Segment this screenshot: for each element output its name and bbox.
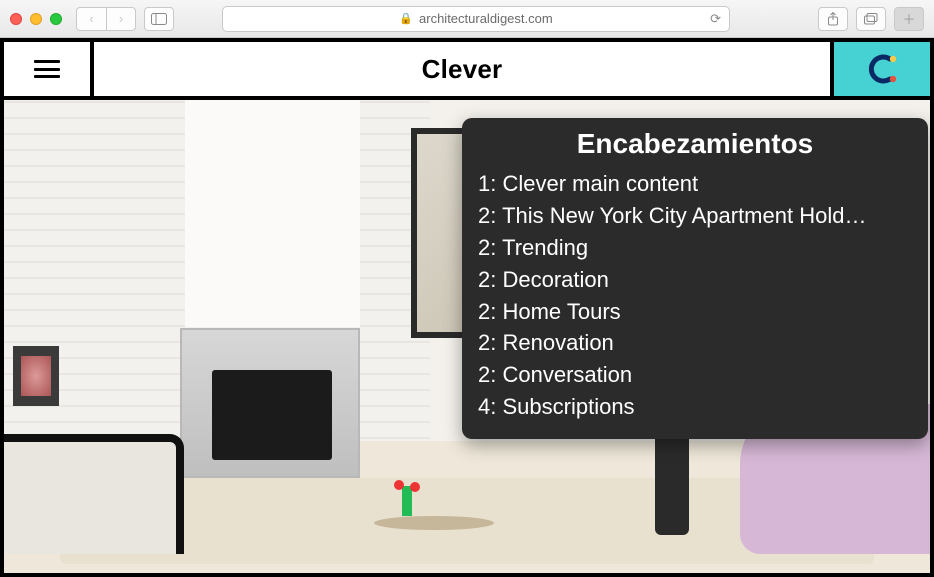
plus-icon: ＋	[902, 9, 915, 28]
address-bar-domain: architecturaldigest.com	[419, 11, 553, 26]
close-window-icon[interactable]	[10, 13, 22, 25]
tabs-button[interactable]	[856, 7, 886, 31]
site-logo-button[interactable]	[830, 42, 930, 96]
back-button[interactable]: ‹	[76, 7, 106, 31]
rotor-item[interactable]: 2: Home Tours	[478, 296, 912, 328]
toolbar-right: ＋	[818, 7, 924, 31]
rotor-headings-list: 1: Clever main content 2: This New York …	[478, 168, 912, 423]
lock-icon: 🔒	[399, 12, 413, 25]
nav-back-forward: ‹ ›	[76, 7, 136, 31]
fullscreen-window-icon[interactable]	[50, 13, 62, 25]
share-icon	[827, 12, 839, 26]
site-header: Clever	[4, 42, 930, 100]
share-button[interactable]	[818, 7, 848, 31]
new-tab-button[interactable]: ＋	[894, 7, 924, 31]
rotor-title: Encabezamientos	[478, 128, 912, 160]
brand-cell: Clever	[94, 42, 830, 96]
site-brand[interactable]: Clever	[422, 54, 503, 85]
chevron-right-icon: ›	[119, 11, 123, 26]
rotor-item[interactable]: 2: Trending	[478, 232, 912, 264]
sidebar-icon	[151, 13, 167, 25]
reload-icon[interactable]: ⟳	[710, 11, 721, 27]
rotor-item[interactable]: 2: Decoration	[478, 264, 912, 296]
voiceover-rotor-panel: Encabezamientos 1: Clever main content 2…	[462, 118, 928, 439]
chevron-left-icon: ‹	[89, 11, 93, 26]
browser-toolbar: ‹ › 🔒 architecturaldigest.com ⟳	[0, 0, 934, 38]
rotor-item[interactable]: 2: This New York City Apartment Hold…	[478, 200, 912, 232]
window-controls	[10, 13, 62, 25]
hamburger-icon	[34, 60, 60, 78]
rotor-item[interactable]: 2: Conversation	[478, 359, 912, 391]
menu-button[interactable]	[4, 42, 94, 96]
clever-logo-icon	[860, 47, 904, 91]
rotor-item[interactable]: 1: Clever main content	[478, 168, 912, 200]
forward-button[interactable]: ›	[106, 7, 136, 31]
minimize-window-icon[interactable]	[30, 13, 42, 25]
tabs-icon	[864, 13, 878, 25]
rotor-item[interactable]: 2: Renovation	[478, 327, 912, 359]
address-bar[interactable]: 🔒 architecturaldigest.com ⟳	[222, 6, 730, 32]
sidebar-toggle-button[interactable]	[144, 7, 174, 31]
rotor-item[interactable]: 4: Subscriptions	[478, 391, 912, 423]
